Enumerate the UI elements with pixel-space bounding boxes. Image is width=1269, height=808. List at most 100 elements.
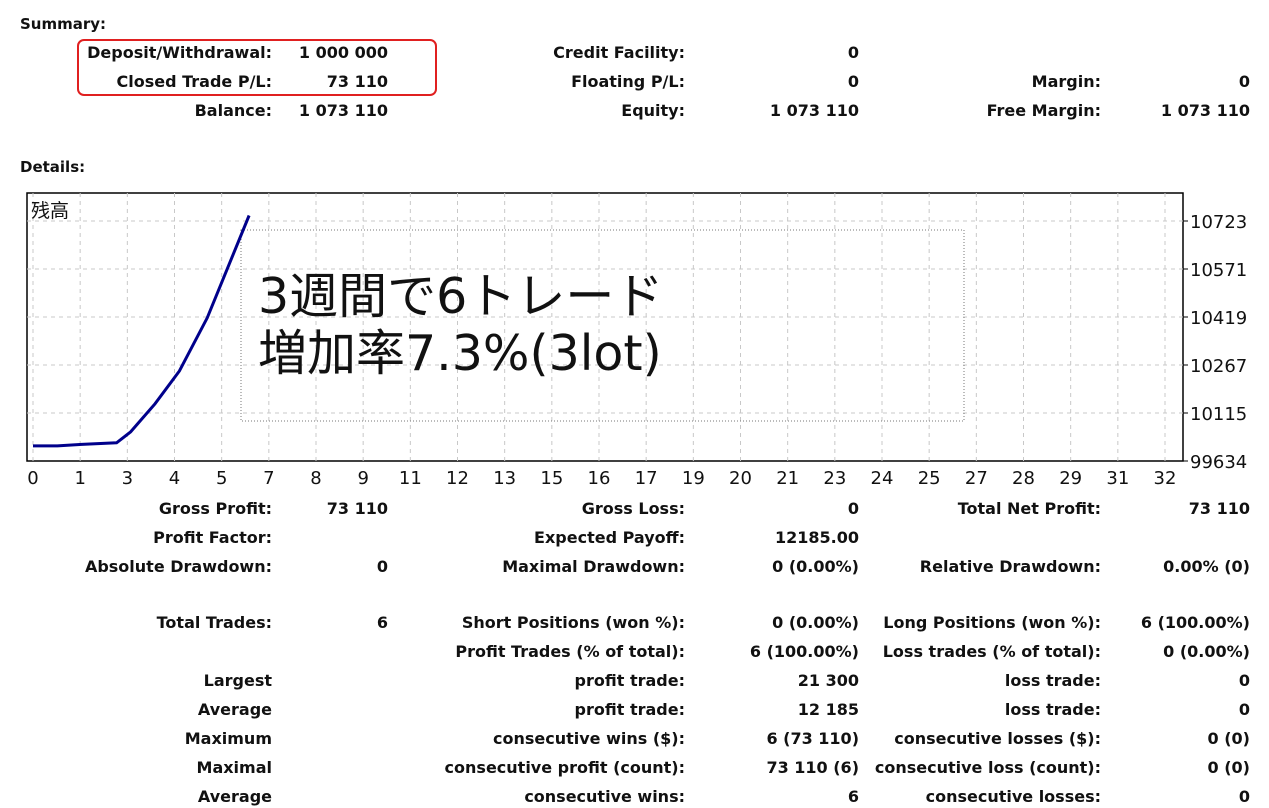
x-tick-label: 12: [446, 468, 469, 489]
y-tick-label: 10419: [1190, 308, 1247, 329]
x-tick-label: 27: [965, 468, 988, 489]
maximal-cons-profit-label: consecutive profit (count):: [444, 758, 685, 777]
x-tick-label: 17: [635, 468, 658, 489]
x-tick-label: 21: [776, 468, 799, 489]
equity-label: Equity:: [621, 101, 685, 120]
floating-value: 0: [847, 72, 859, 91]
annotation-line2: 増加率7.3%(3lot): [258, 325, 662, 382]
annotation-line1: 3週間で6トレード: [258, 268, 663, 325]
x-tick-label: 28: [1012, 468, 1035, 489]
chart-title: 残高: [31, 200, 69, 222]
x-tick-label: 3: [122, 468, 133, 489]
closed-pl-value: 73 110: [326, 72, 388, 91]
maximal-label: Maximal: [196, 758, 272, 777]
max-cons-wins-label: consecutive wins ($):: [492, 729, 685, 748]
x-tick-label: 5: [216, 468, 227, 489]
gross-profit-value: 73 110: [326, 499, 388, 518]
x-tick-label: 16: [588, 468, 611, 489]
average2-label: Average: [197, 787, 272, 806]
y-tick-label: 10571: [1190, 260, 1247, 281]
maximal-cons-loss-label: consecutive loss (count):: [874, 758, 1101, 777]
total-trades-value: 6: [376, 613, 388, 632]
x-tick-label: 8: [310, 468, 321, 489]
max-cons-losses-value: 0 (0): [1207, 729, 1250, 748]
avg-cons-wins-label: consecutive wins:: [524, 787, 685, 806]
maximal-cons-profit-value: 73 110 (6): [766, 758, 859, 777]
largest-label: Largest: [203, 671, 272, 690]
x-tick-label: 24: [871, 468, 894, 489]
x-tick-label: 15: [540, 468, 563, 489]
x-tick-label: 19: [682, 468, 705, 489]
profit-factor-label: Profit Factor:: [153, 528, 272, 547]
x-tick-label: 9: [357, 468, 368, 489]
deposit-value: 1 000 000: [298, 43, 388, 62]
average-loss-value: 0: [1238, 700, 1250, 719]
balance-value: 1 073 110: [298, 101, 388, 120]
equity-value: 1 073 110: [769, 101, 859, 120]
avg-cons-wins-value: 6: [847, 787, 859, 806]
x-tick-label: 23: [823, 468, 846, 489]
x-tick-label: 31: [1106, 468, 1129, 489]
details-heading: Details:: [20, 158, 86, 176]
profit-trades-value: 6 (100.00%): [749, 642, 859, 661]
rel-dd-value: 0.00% (0): [1163, 557, 1250, 576]
long-pos-value: 6 (100.00%): [1140, 613, 1250, 632]
largest-profit-value: 21 300: [797, 671, 859, 690]
largest-loss-label: loss trade:: [1004, 671, 1101, 690]
expected-payoff-value: 12185.00: [774, 528, 859, 547]
x-tick-label: 7: [263, 468, 274, 489]
x-tick-label: 4: [169, 468, 180, 489]
abs-dd-value: 0: [376, 557, 388, 576]
total-net-value: 73 110: [1188, 499, 1250, 518]
x-tick-label: 13: [493, 468, 516, 489]
y-tick-label: 99634: [1190, 452, 1247, 473]
max-dd-value: 0 (0.00%): [772, 557, 859, 576]
maximal-cons-loss-value: 0 (0): [1207, 758, 1250, 777]
free-margin-label: Free Margin:: [986, 101, 1101, 120]
maximum-label: Maximum: [184, 729, 272, 748]
largest-loss-value: 0: [1238, 671, 1250, 690]
margin-label: Margin:: [1031, 72, 1101, 91]
max-cons-losses-label: consecutive losses ($):: [894, 729, 1101, 748]
gross-loss-label: Gross Loss:: [581, 499, 685, 518]
profit-trades-label: Profit Trades (% of total):: [455, 642, 685, 661]
x-tick-label: 1: [74, 468, 85, 489]
y-tick-label: 10267: [1190, 356, 1247, 377]
free-margin-value: 1 073 110: [1160, 101, 1250, 120]
closed-pl-label: Closed Trade P/L:: [116, 72, 273, 91]
average-profit-label: profit trade:: [574, 700, 685, 719]
avg-cons-losses-label: consecutive losses:: [925, 787, 1101, 806]
max-dd-label: Maximal Drawdown:: [502, 557, 685, 576]
x-tick-label: 0: [27, 468, 38, 489]
deposit-label: Deposit/Withdrawal:: [87, 43, 272, 62]
largest-profit-label: profit trade:: [574, 671, 685, 690]
credit-value: 0: [847, 43, 859, 62]
avg-cons-losses-value: 0: [1238, 787, 1250, 806]
rel-dd-label: Relative Drawdown:: [919, 557, 1101, 576]
average-profit-value: 12 185: [797, 700, 859, 719]
expected-payoff-label: Expected Payoff:: [534, 528, 685, 547]
long-pos-label: Long Positions (won %):: [883, 613, 1101, 632]
x-tick-label: 32: [1154, 468, 1177, 489]
short-pos-value: 0 (0.00%): [772, 613, 859, 632]
total-trades-label: Total Trades:: [156, 613, 272, 632]
total-net-label: Total Net Profit:: [957, 499, 1101, 518]
gross-loss-value: 0: [847, 499, 859, 518]
balance-chart: 残高 3週間で6トレード 増加率7.3%(3lot) 1072310571104…: [26, 192, 1247, 489]
balance-label: Balance:: [194, 101, 272, 120]
floating-label: Floating P/L:: [571, 72, 685, 91]
margin-value: 0: [1238, 72, 1250, 91]
abs-dd-label: Absolute Drawdown:: [84, 557, 272, 576]
max-cons-wins-value: 6 (73 110): [766, 729, 859, 748]
credit-label: Credit Facility:: [553, 43, 685, 62]
y-tick-label: 10723: [1190, 212, 1247, 233]
average-label: Average: [197, 700, 272, 719]
x-tick-label: 25: [918, 468, 941, 489]
x-tick-label: 20: [729, 468, 752, 489]
short-pos-label: Short Positions (won %):: [461, 613, 685, 632]
loss-trades-label: Loss trades (% of total):: [882, 642, 1101, 661]
average-loss-label: loss trade:: [1004, 700, 1101, 719]
x-tick-label: 29: [1059, 468, 1082, 489]
gross-profit-label: Gross Profit:: [158, 499, 272, 518]
summary-heading: Summary:: [20, 15, 107, 33]
